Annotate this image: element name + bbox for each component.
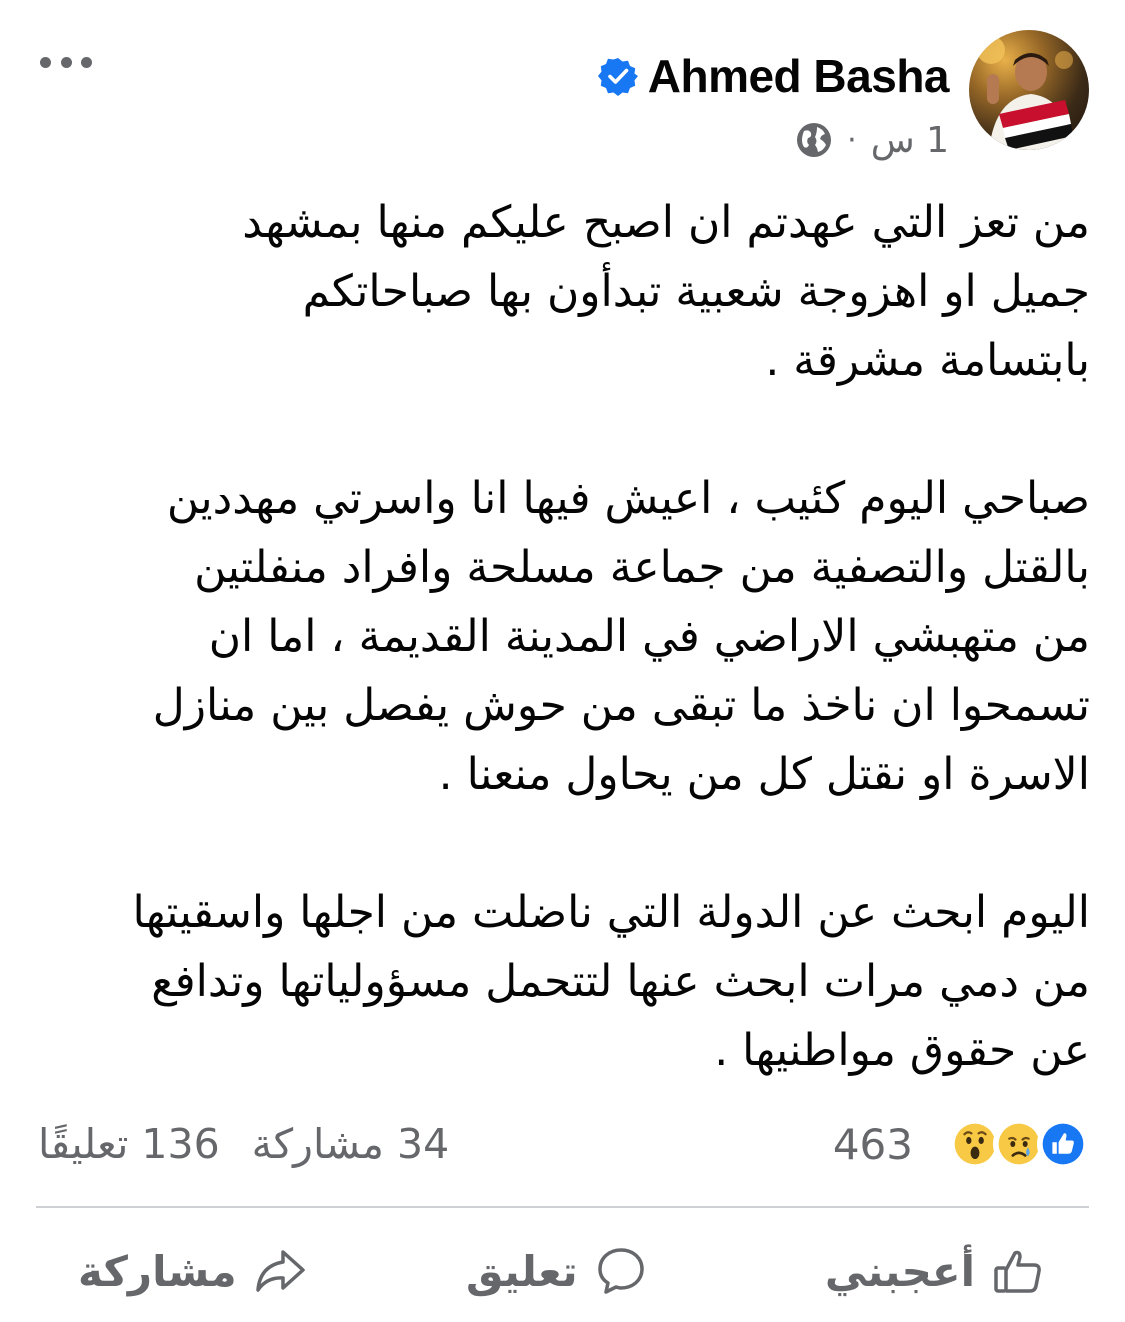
- author-row: Ahmed Basha: [597, 46, 950, 106]
- divider: [36, 1206, 1089, 1208]
- share-arrow-icon: [255, 1250, 305, 1292]
- comment-label: تعليق: [466, 1246, 578, 1296]
- globe-icon[interactable]: [795, 121, 833, 159]
- text-line: جميل او اهزوجة شعبية تبدأون بها صباحاتكم: [302, 266, 1090, 317]
- paragraph-3: اليوم ابحث عن الدولة التي ناضلت من اجلها…: [38, 878, 1090, 1085]
- text-line: عن حقوق مواطنيها .: [714, 1025, 1090, 1076]
- comment-button[interactable]: تعليق: [466, 1236, 648, 1306]
- text-line: بابتسامة مشرقة .: [765, 335, 1090, 386]
- share-button[interactable]: مشاركة: [78, 1236, 307, 1306]
- comment-bubble-icon: [597, 1248, 644, 1294]
- like-icon: [1037, 1118, 1089, 1170]
- avatar[interactable]: [969, 30, 1089, 150]
- paragraph-2: صباحي اليوم كئيب ، اعيش فيها انا واسرتي …: [38, 464, 1090, 809]
- text-line: الاسرة او نقتل كل من يحاول منعنا .: [438, 749, 1090, 800]
- verified-badge-icon: [597, 58, 638, 96]
- shares-count[interactable]: 34 مشاركة: [252, 1120, 450, 1168]
- reactions-count[interactable]: 463: [833, 1120, 913, 1169]
- more-options-icon[interactable]: [36, 44, 96, 80]
- reactions-summary[interactable]: 463: [833, 1112, 1089, 1176]
- post-meta: 1 س ·: [795, 114, 949, 166]
- text-line: من متهبشي الاراضي في المدينة القديمة ، ا…: [208, 611, 1090, 662]
- text-line: تسمحوا ان ناخذ ما تبقى من حوش يفصل بين م…: [152, 680, 1090, 731]
- thumbs-up-icon: [994, 1250, 1041, 1293]
- author-name[interactable]: Ahmed Basha: [648, 49, 950, 103]
- text-line: بالقتل والتصفية من جماعة مسلحة وافراد من…: [194, 542, 1090, 593]
- engagement-stats: 34 مشاركة 136 تعليقًا: [38, 1112, 449, 1176]
- post-card: Ahmed Basha 1 س · من تعز التي عهدتم ان ا…: [0, 0, 1125, 1322]
- text-line: صباحي اليوم كئيب ، اعيش فيها انا واسرتي …: [166, 473, 1090, 524]
- share-label: مشاركة: [78, 1246, 237, 1296]
- post-text: من تعز التي عهدتم ان اصبح عليكم منها بمش…: [38, 188, 1090, 1085]
- post-timestamp[interactable]: 1 س: [871, 120, 949, 161]
- paragraph-1: من تعز التي عهدتم ان اصبح عليكم منها بمش…: [38, 188, 1090, 395]
- like-label: أعجبني: [824, 1246, 975, 1296]
- like-button[interactable]: أعجبني: [825, 1236, 1045, 1306]
- meta-separator: ·: [847, 122, 857, 158]
- text-line: اليوم ابحث عن الدولة التي ناضلت من اجلها…: [132, 887, 1090, 938]
- text-line: من دمي مرات ابحث عنها لتتحمل مسؤولياتها …: [151, 956, 1090, 1007]
- text-line: من تعز التي عهدتم ان اصبح عليكم منها بمش…: [242, 197, 1090, 248]
- comments-count[interactable]: 136 تعليقًا: [38, 1120, 220, 1168]
